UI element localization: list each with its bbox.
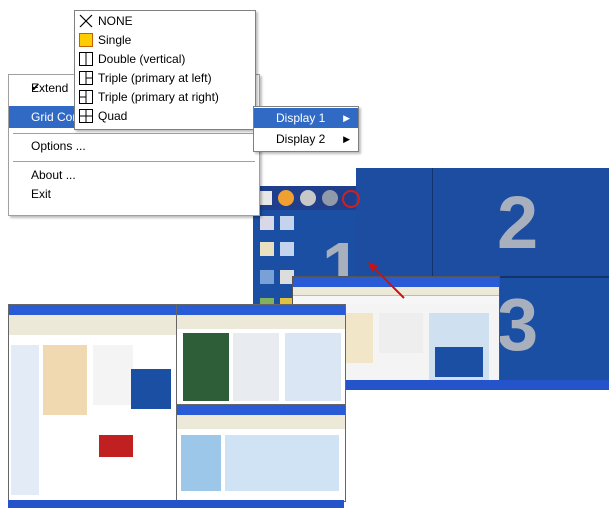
triple-right-icon [79,90,93,104]
menu-item-display-1[interactable]: Display 1 ▶ [254,108,358,128]
menu-item-label: Exit [31,187,52,201]
zone-number-3: 3 [497,283,539,366]
single-icon [79,33,93,47]
grid-options-menu: NONE Single Double (vertical) Triple (pr… [74,10,256,130]
submenu-arrow-icon: ▶ [343,113,350,123]
grid-option-label: Single [98,33,132,47]
display-submenu: Display 1 ▶ Display 2 ▶ [253,106,359,152]
menu-separator [13,133,255,134]
none-x-icon [79,14,93,28]
menu-item-options[interactable]: Options ... [9,135,259,157]
grid-option-label: Triple (primary at left) [98,71,212,85]
grid-option-label: Triple (primary at right) [98,90,219,104]
grid-option-label: NONE [98,14,133,28]
menu-item-label: Grid Con [31,110,80,124]
grid-option-label: Double (vertical) [98,52,186,66]
submenu-arrow-icon: ▶ [343,134,350,144]
zone-divider-vertical [432,168,433,278]
multi-window-desktop [8,304,346,508]
menu-item-label: Options ... [31,139,86,153]
double-vertical-icon [79,52,93,66]
pointer-arrow-icon [368,262,405,299]
quad-icon [79,109,93,123]
menu-item-display-2[interactable]: Display 2 ▶ [254,129,358,149]
display-label: Display 2 [276,132,326,146]
grid-option-label: Quad [98,109,128,123]
menu-item-label: Extend [31,81,69,95]
menu-item-exit[interactable]: Exit [9,183,259,205]
triple-left-icon [79,71,93,85]
zone-number-2: 2 [497,181,539,264]
menu-separator [13,161,255,162]
tray-icons [258,188,360,208]
display-label: Display 1 [276,111,326,125]
